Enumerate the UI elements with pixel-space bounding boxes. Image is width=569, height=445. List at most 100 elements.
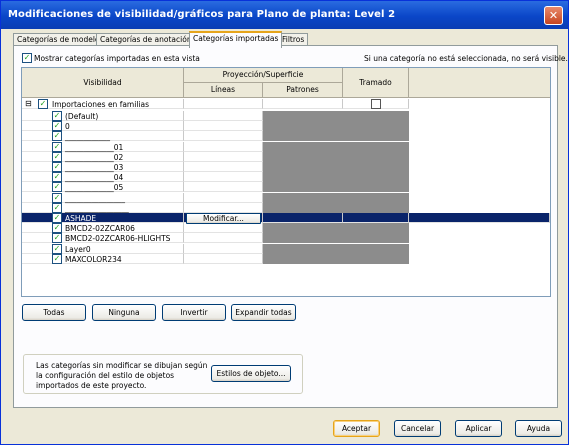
apply-button[interactable]: Aplicar bbox=[455, 420, 502, 437]
row-halftone-cell[interactable] bbox=[343, 172, 409, 183]
row-halftone-cell[interactable] bbox=[343, 162, 409, 172]
table-row[interactable]: ✓ BMCD2-02ZCAR06-HLIGHTS bbox=[22, 233, 550, 244]
row-patterns-cell[interactable] bbox=[263, 243, 343, 254]
row-visibility-checkbox[interactable]: ✓ bbox=[52, 243, 62, 254]
row-visibility-checkbox[interactable]: ✓ bbox=[52, 141, 62, 152]
title-bar[interactable]: Modificaciones de visibilidad/gráficos p… bbox=[1, 1, 568, 29]
row-visibility-checkbox[interactable]: ✓ bbox=[52, 202, 62, 213]
table-row[interactable]: ✓ MAXCOLOR234 bbox=[22, 253, 550, 264]
row-visibility-checkbox[interactable]: ✓ bbox=[52, 172, 62, 183]
row-visibility-checkbox[interactable]: ✓ bbox=[52, 192, 62, 203]
table-row[interactable]: ✓ (Default) bbox=[22, 111, 550, 121]
row-patterns-cell[interactable] bbox=[263, 172, 343, 183]
row-lines-cell[interactable] bbox=[184, 151, 263, 162]
row-visibility-checkbox[interactable]: ✓ bbox=[52, 182, 62, 193]
select-all-button[interactable]: Todas bbox=[22, 304, 86, 321]
table-row[interactable]: ✓ 0 bbox=[22, 121, 550, 132]
row-lines-cell[interactable] bbox=[184, 253, 263, 264]
row-halftone-cell[interactable] bbox=[343, 192, 409, 203]
row-visibility-checkbox[interactable]: ✓ bbox=[52, 131, 62, 142]
row-lines-cell[interactable] bbox=[184, 192, 263, 203]
row-patterns-cell[interactable] bbox=[263, 182, 343, 193]
column-header-visibility[interactable]: Visibilidad bbox=[22, 68, 184, 98]
collapse-icon[interactable]: ⊟ bbox=[25, 99, 32, 108]
row-lines-cell[interactable] bbox=[184, 141, 263, 152]
row-lines-cell[interactable]: Modificar... bbox=[184, 213, 263, 224]
table-row[interactable]: ✓ ________________ bbox=[22, 192, 550, 203]
table-row[interactable]: ✓ _____________04 bbox=[22, 172, 550, 183]
table-row[interactable]: ✓ _____________05 bbox=[22, 182, 550, 193]
root-patterns-cell[interactable] bbox=[263, 99, 343, 109]
table-row[interactable]: ✓ _____________03 bbox=[22, 162, 550, 172]
row-lines-cell[interactable] bbox=[184, 121, 263, 132]
object-styles-button[interactable]: Estilos de objeto... bbox=[211, 365, 291, 382]
root-lines-cell[interactable] bbox=[184, 99, 263, 109]
ok-button[interactable]: Aceptar bbox=[333, 420, 380, 437]
row-lines-cell[interactable] bbox=[184, 182, 263, 193]
row-patterns-cell[interactable] bbox=[263, 223, 343, 234]
row-halftone-cell[interactable] bbox=[343, 111, 409, 121]
row-halftone-cell[interactable] bbox=[343, 182, 409, 193]
row-lines-cell[interactable] bbox=[184, 223, 263, 234]
row-halftone-cell[interactable] bbox=[343, 131, 409, 142]
row-patterns-cell[interactable] bbox=[263, 111, 343, 121]
row-visibility-checkbox[interactable]: ✓ bbox=[52, 121, 62, 132]
tree-root-row[interactable]: ⊟ ✓ Importaciones en familias bbox=[22, 99, 550, 109]
root-checkbox[interactable]: ✓ bbox=[38, 99, 48, 109]
row-halftone-cell[interactable] bbox=[343, 233, 409, 244]
row-lines-cell[interactable] bbox=[184, 202, 263, 213]
row-patterns-cell[interactable] bbox=[263, 151, 343, 162]
row-patterns-cell[interactable] bbox=[263, 233, 343, 244]
column-header-halftone[interactable]: Tramado bbox=[343, 68, 409, 98]
root-visibility-cell: ⊟ ✓ Importaciones en familias bbox=[22, 99, 184, 109]
row-patterns-cell[interactable] bbox=[263, 121, 343, 132]
root-halftone-cell[interactable] bbox=[343, 99, 409, 109]
column-header-lines[interactable]: Líneas bbox=[184, 83, 263, 98]
root-halftone-checkbox[interactable] bbox=[371, 99, 381, 109]
table-row[interactable]: ✓ BMCD2-02ZCAR06 bbox=[22, 223, 550, 234]
row-patterns-cell[interactable] bbox=[263, 213, 343, 223]
row-lines-cell[interactable] bbox=[184, 243, 263, 254]
help-button[interactable]: Ayuda bbox=[515, 420, 562, 437]
close-button[interactable]: ✕ bbox=[544, 6, 563, 25]
tab-imported-categories[interactable]: Categorías importadas bbox=[189, 31, 283, 48]
row-halftone-cell[interactable] bbox=[343, 253, 409, 264]
row-patterns-cell[interactable] bbox=[263, 141, 343, 152]
table-row[interactable]: ✓ _____________02 bbox=[22, 151, 550, 162]
row-patterns-cell[interactable] bbox=[263, 253, 343, 264]
row-visibility-checkbox[interactable]: ✓ bbox=[52, 233, 62, 244]
show-imported-checkbox[interactable]: ✓ bbox=[22, 53, 32, 63]
row-visibility-checkbox[interactable]: ✓ bbox=[52, 151, 62, 162]
row-halftone-cell[interactable] bbox=[343, 243, 409, 254]
row-halftone-cell[interactable] bbox=[343, 223, 409, 234]
table-row[interactable]: ✓ ASHADE Modificar... bbox=[22, 213, 550, 224]
row-lines-cell[interactable] bbox=[184, 162, 263, 172]
select-none-button[interactable]: Ninguna bbox=[92, 304, 156, 321]
row-halftone-cell[interactable] bbox=[343, 213, 409, 223]
row-patterns-cell[interactable] bbox=[263, 202, 343, 213]
expand-all-button[interactable]: Expandir todas bbox=[231, 304, 296, 321]
row-halftone-cell[interactable] bbox=[343, 202, 409, 213]
row-patterns-cell[interactable] bbox=[263, 192, 343, 203]
row-visibility-checkbox[interactable]: ✓ bbox=[52, 162, 62, 172]
row-patterns-cell[interactable] bbox=[263, 131, 343, 142]
invert-button[interactable]: Invertir bbox=[162, 304, 226, 321]
row-lines-cell[interactable] bbox=[184, 111, 263, 121]
row-patterns-cell[interactable] bbox=[263, 162, 343, 172]
row-visibility-checkbox[interactable]: ✓ bbox=[52, 253, 62, 264]
row-visibility-checkbox[interactable]: ✓ bbox=[52, 213, 62, 223]
row-lines-cell[interactable] bbox=[184, 233, 263, 244]
row-halftone-cell[interactable] bbox=[343, 141, 409, 152]
row-halftone-cell[interactable] bbox=[343, 151, 409, 162]
table-row[interactable]: ✓ _________________ bbox=[22, 202, 550, 213]
table-row[interactable]: ✓ _____________01 bbox=[22, 141, 550, 152]
row-halftone-cell[interactable] bbox=[343, 121, 409, 132]
cancel-button[interactable]: Cancelar bbox=[394, 420, 441, 437]
table-row[interactable]: ✓ ____________ bbox=[22, 131, 550, 142]
row-visibility-checkbox[interactable]: ✓ bbox=[52, 223, 62, 234]
column-header-patterns[interactable]: Patrones bbox=[263, 83, 343, 98]
row-lines-cell[interactable] bbox=[184, 172, 263, 183]
table-row[interactable]: ✓ Layer0 bbox=[22, 243, 550, 254]
row-lines-cell[interactable] bbox=[184, 131, 263, 142]
row-visibility-checkbox[interactable]: ✓ bbox=[52, 111, 62, 121]
